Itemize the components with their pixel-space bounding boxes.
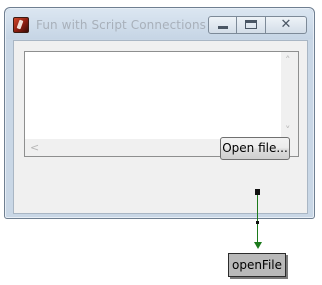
app-window: Fun with Script Connections ✕ ˄ ˅ < > [4,7,315,219]
close-icon: ✕ [280,17,292,32]
connection-line-lower [257,224,258,243]
vertical-scrollbar[interactable]: ˄ ˅ [281,52,298,139]
scroll-up-icon[interactable]: ˄ [285,55,291,66]
window-title: Fun with Script Connections [36,18,207,32]
scroll-down-icon[interactable]: ˅ [285,125,291,136]
minimize-icon [218,26,228,29]
close-button[interactable]: ✕ [266,16,307,34]
maximize-button[interactable] [237,16,266,34]
connection-line-upper [257,195,258,221]
scroll-left-icon[interactable]: < [30,142,39,153]
connection-arrow-icon [254,242,262,249]
app-icon[interactable] [13,17,29,33]
title-bar[interactable]: Fun with Script Connections ✕ [6,9,313,39]
script-node-openfile[interactable]: openFile [228,253,286,277]
minimize-button[interactable] [208,16,237,34]
maximize-icon [245,20,257,29]
client-area: ˄ ˅ < > [13,40,308,214]
open-file-button[interactable]: Open file... [220,137,290,160]
